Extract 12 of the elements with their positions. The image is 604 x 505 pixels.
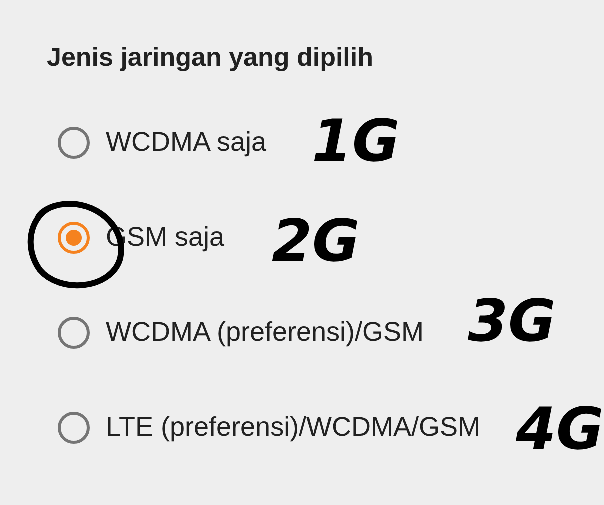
radio-button[interactable] — [58, 222, 90, 254]
radio-button[interactable] — [58, 126, 90, 158]
option-label: WCDMA saja — [106, 127, 267, 158]
handwritten-note: 4G — [516, 400, 604, 458]
handwritten-note: 3G — [468, 292, 556, 350]
option-label: LTE (preferensi)/WCDMA/GSM — [106, 412, 481, 443]
handwritten-note: 1G — [312, 112, 400, 170]
section-title: Jenis jaringan yang dipilih — [47, 41, 375, 74]
handwritten-note: 2G — [272, 212, 360, 270]
radio-button[interactable] — [58, 316, 90, 348]
option-label: WCDMA (preferensi)/GSM — [106, 317, 424, 348]
radio-button[interactable] — [58, 412, 90, 444]
